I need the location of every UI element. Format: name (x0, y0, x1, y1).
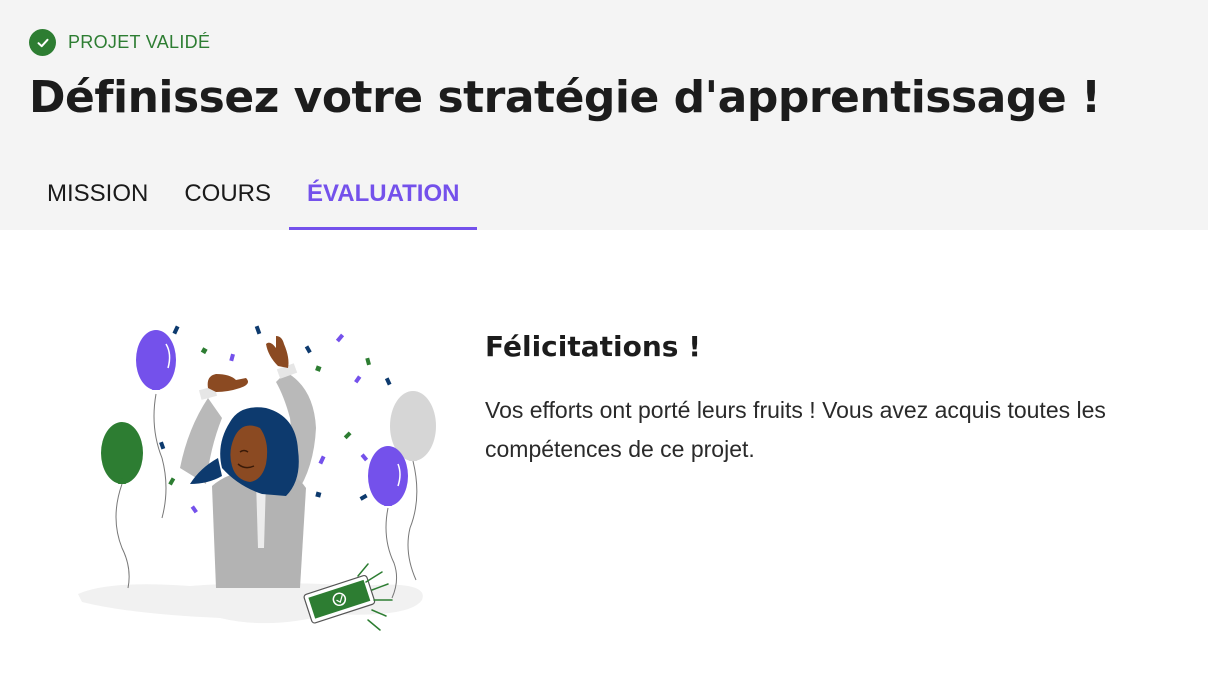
tab-bar: MISSION COURS ÉVALUATION (29, 160, 478, 230)
tab-mission[interactable]: MISSION (29, 160, 166, 230)
tab-evaluation[interactable]: ÉVALUATION (289, 160, 478, 230)
congratulations-message: Vos efforts ont porté leurs fruits ! Vou… (485, 397, 1106, 462)
congratulations-title: Félicitations ! (485, 330, 701, 363)
tab-cours[interactable]: COURS (166, 160, 289, 230)
page-title: Définissez votre stratégie d'apprentissa… (29, 72, 1101, 123)
celebration-illustration (70, 318, 440, 638)
evaluation-result: Félicitations ! Vos efforts ont porté le… (485, 330, 1125, 469)
project-header: PROJET VALIDÉ Définissez votre stratégie… (0, 0, 1208, 230)
project-status: PROJET VALIDÉ (29, 29, 210, 56)
status-label: PROJET VALIDÉ (68, 32, 211, 52)
check-circle-icon (29, 29, 56, 56)
